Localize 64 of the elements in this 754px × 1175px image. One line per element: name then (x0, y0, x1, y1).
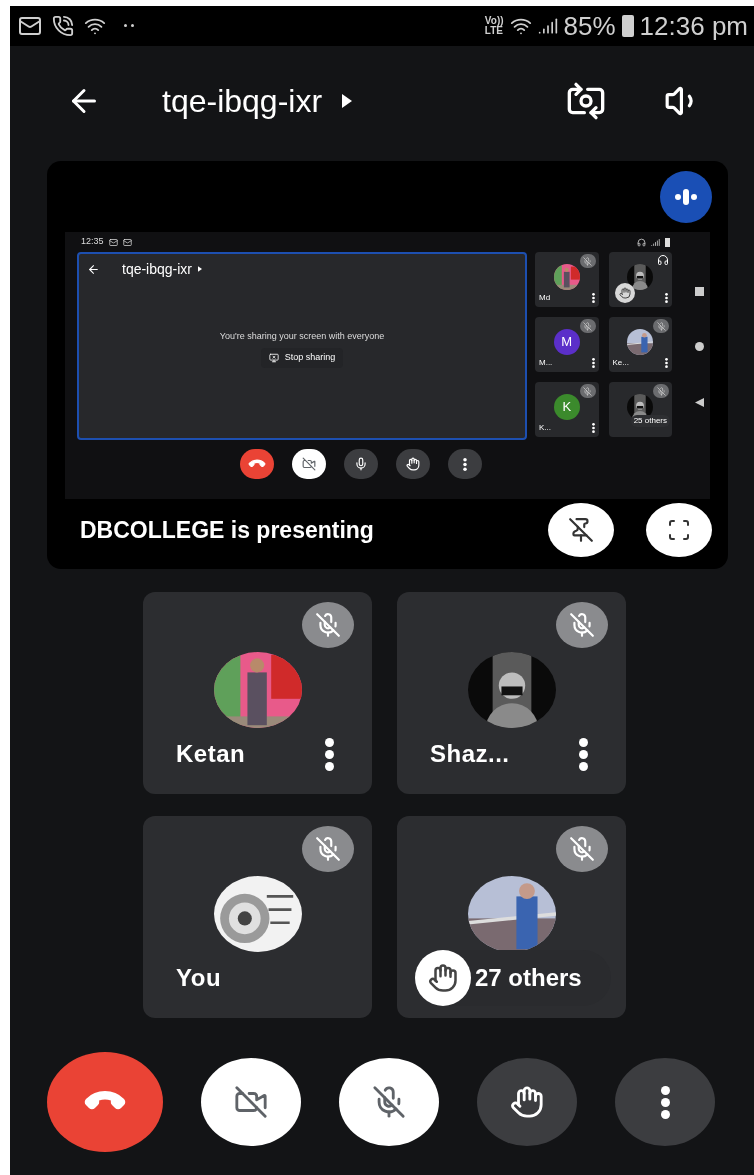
audio-level-icon (675, 188, 697, 205)
fullscreen-icon (667, 518, 691, 542)
more-icon (463, 457, 467, 471)
home-icon (694, 342, 704, 352)
avatar-initial: M (553, 329, 580, 355)
unpin-icon (568, 517, 594, 543)
meeting-title[interactable]: tqe-ibqg-ixr (162, 77, 323, 125)
end-call-button[interactable] (240, 449, 274, 479)
microphone-off-icon (372, 1085, 406, 1119)
caret-icon (198, 266, 203, 272)
caret-icon[interactable] (342, 94, 353, 108)
battery-level: 85% (563, 9, 616, 43)
participant-name: Ke... (612, 357, 629, 369)
hand-icon (406, 457, 420, 471)
camera-button[interactable] (292, 449, 326, 479)
back-icon (87, 262, 100, 276)
presenter-label: DBCOLLEGE is presenting (80, 515, 374, 545)
stop-sharing-icon (268, 352, 279, 363)
stop-sharing-button[interactable]: Stop sharing (260, 347, 344, 368)
signal-icon (651, 237, 660, 247)
audio-level-button[interactable] (660, 170, 712, 223)
more-icon[interactable] (591, 293, 595, 303)
recent-apps-icon (694, 287, 704, 297)
participant-name: Md (539, 292, 551, 304)
more-icon[interactable] (579, 737, 588, 771)
camera-off-icon (302, 457, 316, 471)
meeting-title: tqe-ibqg-ixr (122, 259, 193, 279)
participant-name: M... (539, 357, 553, 369)
more-icon[interactable] (665, 358, 668, 368)
participant-name: You (176, 963, 222, 993)
mail-icon (18, 14, 42, 38)
sharing-message: You're sharing your screen with everyone (218, 330, 386, 343)
clock: 12:36 pm (639, 9, 748, 43)
mail-icon (108, 237, 118, 247)
battery-icon (665, 237, 670, 247)
participant-name: K... (539, 422, 551, 434)
network-label: Vo)) (484, 16, 504, 26)
switch-camera-button[interactable] (566, 81, 606, 121)
others-count: 27 others (475, 963, 582, 993)
dots-icon (124, 24, 136, 28)
phone-icon (52, 15, 74, 37)
hand-icon (510, 1085, 544, 1119)
participant-name: Ketan (176, 739, 246, 769)
more-icon[interactable] (325, 737, 334, 771)
participant-name: Shaz... (430, 739, 510, 769)
avatar-initial: K (553, 394, 580, 420)
microphone-icon (354, 457, 368, 471)
headphones-icon (637, 237, 646, 247)
others-count: 25 others (630, 415, 670, 427)
more-icon (660, 1085, 670, 1119)
microphone-button[interactable] (344, 449, 378, 479)
more-icon[interactable] (591, 423, 595, 433)
battery-icon (621, 15, 634, 37)
raise-hand-button[interactable] (396, 449, 430, 479)
camera-off-icon (234, 1085, 268, 1119)
back-icon (694, 397, 704, 407)
clock: 12:35 (81, 235, 104, 249)
mail-icon (122, 237, 132, 247)
network-label: LTE (484, 26, 504, 36)
more-icon[interactable] (591, 358, 595, 368)
more-button[interactable] (448, 449, 482, 479)
hand-icon (428, 963, 458, 993)
signal-icon (537, 16, 558, 36)
more-icon[interactable] (665, 293, 668, 303)
